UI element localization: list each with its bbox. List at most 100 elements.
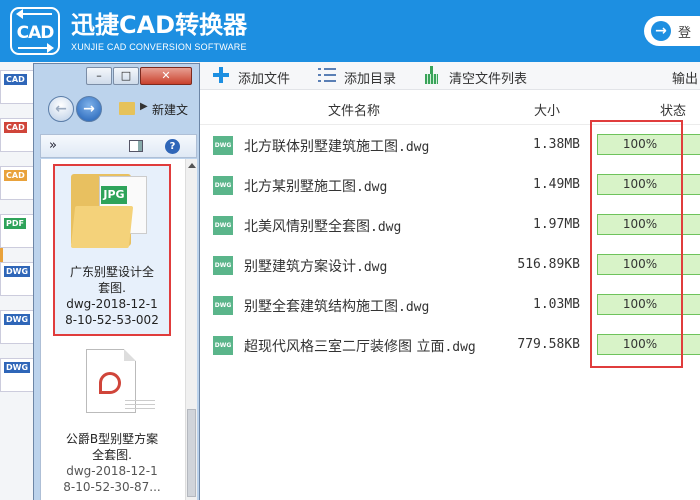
file-label: 8-10-52-53-002 <box>65 313 159 327</box>
broom-icon <box>423 66 441 84</box>
file-size: 1.38MB <box>533 137 580 152</box>
file-ext: .dwg <box>370 220 402 235</box>
dwg-file-icon: DWG <box>213 256 233 275</box>
maximize-button[interactable]: □ <box>113 67 139 85</box>
file-name-text: 北方联体别墅建筑施工图 <box>244 139 398 155</box>
file-size: 1.49MB <box>533 177 580 192</box>
file-ext: .dwg <box>398 300 430 315</box>
sidebar-item-cad-icon[interactable]: CAD <box>0 166 34 200</box>
file-ext: .dwg <box>398 140 430 155</box>
folder-icon <box>119 102 135 115</box>
sidebar-item-label: CAD <box>4 122 27 133</box>
file-label: 8-10-52-30-87... <box>63 480 161 494</box>
file-ext: .dwg <box>356 180 388 195</box>
sidebar-item-label: CAD <box>4 170 27 181</box>
add-folder-label: 添加目录 <box>344 72 397 87</box>
list-icon <box>318 66 336 84</box>
minimize-button[interactable]: – <box>86 67 112 85</box>
forward-arrow-icon: → <box>83 101 95 117</box>
sidebar-item-label: DWG <box>4 266 31 277</box>
file-name-text: 北美风情别墅全套图 <box>244 219 370 235</box>
file-name: 超现代风格三室二厅装修图 立面.dwg <box>244 336 476 356</box>
file-item[interactable]: 公爵B型别墅方案 全套图. dwg-2018-12-1 8-10-52-30-8… <box>53 347 171 500</box>
file-name: 别墅建筑方案设计.dwg <box>244 256 387 276</box>
chevron-right-icon[interactable]: ▶ <box>140 101 148 112</box>
add-file-label: 添加文件 <box>238 72 291 87</box>
file-name: 北方联体别墅建筑施工图.dwg <box>244 136 429 156</box>
cad-logo-icon: CAD <box>10 7 60 55</box>
file-size: 1.03MB <box>533 297 580 312</box>
address-bar-path[interactable]: 新建文 <box>152 101 197 118</box>
file-size: 516.89KB <box>517 257 580 272</box>
dwg-file-icon: DWG <box>213 296 233 315</box>
sidebar-item-cad-icon[interactable]: CAD <box>0 70 34 104</box>
file-name: 别墅全套建筑结构施工图.dwg <box>244 296 429 316</box>
file-label: 套图. <box>98 281 126 295</box>
sidebar-item-label: PDF <box>4 218 26 229</box>
sidebar-item-pdf-icon[interactable]: PDF <box>0 214 34 248</box>
status-highlight-box <box>590 120 683 368</box>
sidebar-item-cad-icon[interactable]: CAD <box>0 118 34 152</box>
app-header: CAD 迅捷CAD转换器 XUNJIE CAD CONVERSION SOFTW… <box>0 0 700 62</box>
minimize-icon: – <box>96 69 102 82</box>
login-label: 登 <box>678 26 692 41</box>
explorer-nav-bar: ← → ▶ 新建文 <box>42 96 197 124</box>
logo-text: CAD <box>16 23 55 43</box>
sidebar-item-label: DWG <box>4 314 31 325</box>
file-item-selected[interactable]: JPG 广东别墅设计全 套图. dwg-2018-12-1 8-10-52-53… <box>53 164 171 336</box>
help-icon[interactable]: ? <box>165 139 180 154</box>
dwg-file-icon: DWG <box>213 216 233 235</box>
file-name-text: 别墅建筑方案设计 <box>244 259 356 275</box>
vertical-scrollbar[interactable] <box>185 159 197 500</box>
scroll-thumb[interactable] <box>187 409 196 497</box>
login-arrow-icon: → <box>651 21 671 41</box>
file-ext: .dwg <box>356 260 388 275</box>
back-button[interactable]: ← <box>48 96 74 122</box>
file-name: 北美风情别墅全套图.dwg <box>244 216 401 236</box>
sidebar-item-dwg-icon[interactable]: DWG <box>0 262 34 296</box>
close-button[interactable]: ✕ <box>140 67 192 85</box>
folder-front-icon <box>70 206 134 248</box>
output-label: 输出 <box>672 72 699 87</box>
file-name-text: 北方某别墅施工图 <box>244 179 356 195</box>
clear-list-label: 清空文件列表 <box>449 72 528 87</box>
explorer-toolbar: » ? <box>40 134 197 158</box>
sidebar-item-dwg-icon[interactable]: DWG <box>0 358 34 392</box>
plus-icon <box>212 66 230 84</box>
forward-button[interactable]: → <box>76 96 102 122</box>
close-icon: ✕ <box>161 69 171 82</box>
file-label: dwg-2018-12-1 <box>66 297 158 311</box>
explorer-file-area: JPG 广东别墅设计全 套图. dwg-2018-12-1 8-10-52-53… <box>40 159 197 500</box>
dwg-file-icon: DWG <box>213 176 233 195</box>
file-label: 广东别墅设计全 <box>69 265 154 279</box>
file-ext: .dwg <box>444 340 476 355</box>
file-name-text: 别墅全套建筑结构施工图 <box>244 299 398 315</box>
column-header-size[interactable]: 大小 <box>534 100 560 119</box>
more-commands-icon[interactable]: » <box>49 138 57 153</box>
file-name-text: 超现代风格三室二厅装修图 立面 <box>244 339 445 355</box>
app-title: 迅捷CAD转换器 <box>71 11 248 39</box>
back-arrow-icon: ← <box>55 101 67 117</box>
sidebar-item-dwg-icon[interactable]: DWG <box>0 310 34 344</box>
file-size: 779.58KB <box>517 337 580 352</box>
pdf-document-icon <box>86 349 155 413</box>
file-label: dwg-2018-12-1 <box>66 464 158 478</box>
file-name: 北方某别墅施工图.dwg <box>244 176 387 196</box>
app-subtitle: XUNJIE CAD CONVERSION SOFTWARE <box>71 42 247 52</box>
jpg-badge: JPG <box>101 186 127 204</box>
file-label: 公爵B型别墅方案 <box>65 432 159 446</box>
column-header-name[interactable]: 文件名称 <box>328 100 380 119</box>
preview-pane-icon[interactable] <box>129 140 143 152</box>
scroll-up-icon[interactable] <box>188 163 196 168</box>
dwg-file-icon: DWG <box>213 136 233 155</box>
explorer-window: – □ ✕ ← → ▶ 新建文 » ? JPG 广东别墅设计全 套图. dwg-… <box>33 63 200 500</box>
file-size: 1.97MB <box>533 217 580 232</box>
login-button[interactable]: → 登 <box>644 16 700 46</box>
column-header-status[interactable]: 状态 <box>660 100 686 119</box>
maximize-icon: □ <box>120 69 132 82</box>
dwg-file-icon: DWG <box>213 336 233 355</box>
sidebar-item-label: DWG <box>4 362 31 373</box>
sidebar-item-label: CAD <box>4 74 27 85</box>
main-toolbar: 添加文件 添加目录 清空文件列表 输出 <box>200 62 700 90</box>
file-label: 全套图. <box>92 448 132 462</box>
